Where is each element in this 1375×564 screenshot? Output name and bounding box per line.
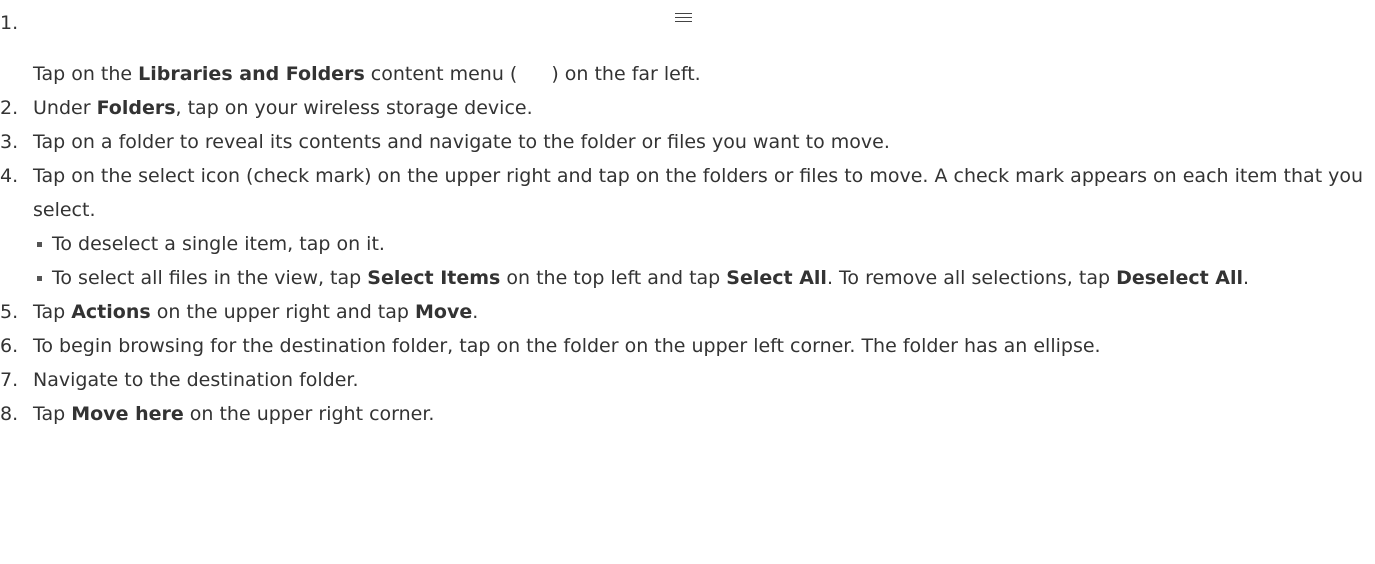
select-items-label: Select Items — [367, 267, 501, 289]
step-number: 6. — [0, 335, 19, 357]
step-text: Tap on the select icon (check mark) on t… — [33, 165, 1364, 221]
step-5: 5. Tap Actions on the upper right and ta… — [0, 295, 1375, 329]
step-text: To begin browsing for the destination fo… — [33, 335, 1101, 357]
bullet-marker — [37, 242, 42, 247]
deselect-all-label: Deselect All — [1116, 267, 1244, 289]
step-number: 3. — [0, 131, 19, 153]
bullet-item: To deselect a single item, tap on it. — [0, 227, 1375, 261]
step-text: Tap on a folder to reveal its contents a… — [33, 131, 890, 153]
step-3: 3. Tap on a folder to reveal its content… — [0, 125, 1375, 159]
move-label: Move — [415, 301, 473, 323]
libraries-and-folders-label: Libraries and Folders — [138, 63, 365, 85]
bullet-item: To select all files in the view, tap Sel… — [0, 261, 1375, 295]
select-all-label: Select All — [726, 267, 827, 289]
step-text: Navigate to the destination folder. — [33, 369, 359, 391]
bullet-marker — [37, 276, 42, 281]
instructions-page: 1. Tap on the Libraries and Folders cont… — [0, 0, 1375, 564]
actions-label: Actions — [71, 301, 151, 323]
step-text: Tap on the Libraries and Folders content… — [33, 63, 701, 85]
folders-label: Folders — [96, 97, 176, 119]
step-number: 4. — [0, 165, 19, 187]
step-7: 7. Navigate to the destination folder. — [0, 363, 1375, 397]
step-number: 5. — [0, 301, 19, 323]
step-4: 4. Tap on the select icon (check mark) o… — [0, 159, 1375, 227]
step-number: 7. — [0, 369, 19, 391]
step-8: 8. Tap Move here on the upper right corn… — [0, 397, 1375, 431]
bullet-text: To deselect a single item, tap on it. — [52, 233, 385, 255]
step-number: 2. — [0, 97, 19, 119]
step-2: 2. Under Folders, tap on your wireless s… — [0, 91, 1375, 125]
step-number: 1. — [0, 12, 19, 34]
step-6: 6. To begin browsing for the destination… — [0, 329, 1375, 363]
step-number: 8. — [0, 403, 19, 425]
hamburger-menu-icon — [675, 13, 692, 23]
move-here-label: Move here — [71, 403, 184, 425]
